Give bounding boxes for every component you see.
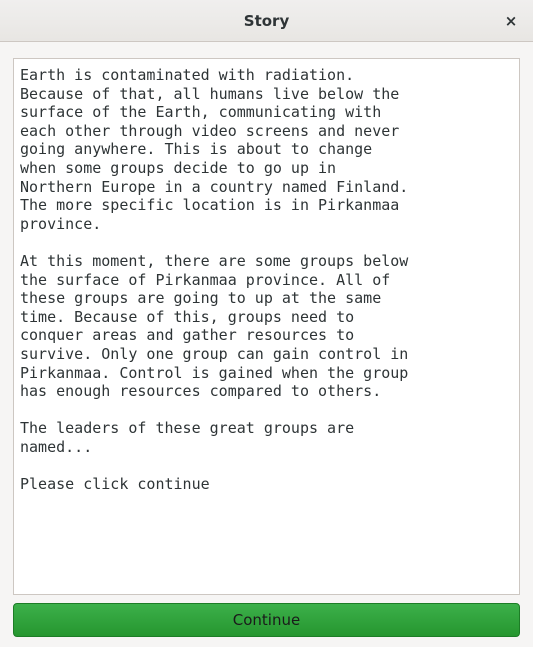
title-bar: Story × — [0, 0, 533, 42]
story-dialog: Story × Earth is contaminated with radia… — [0, 0, 533, 647]
close-button[interactable]: × — [497, 7, 525, 35]
continue-button[interactable]: Continue — [13, 603, 520, 637]
story-text-view[interactable]: Earth is contaminated with radiation. Be… — [13, 58, 520, 595]
story-text: Earth is contaminated with radiation. Be… — [20, 66, 409, 494]
window-title: Story — [243, 12, 290, 30]
close-icon: × — [504, 12, 518, 30]
